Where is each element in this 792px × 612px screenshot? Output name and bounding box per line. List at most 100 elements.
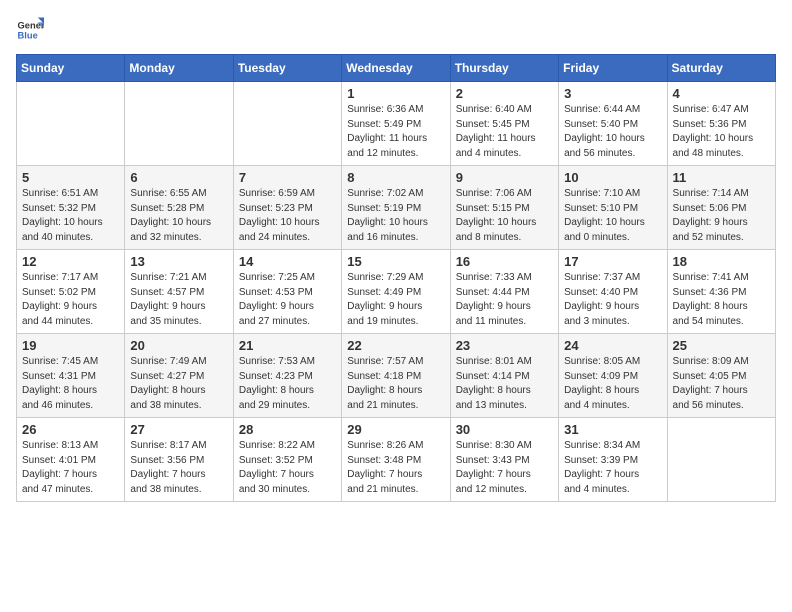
calendar-cell: 7 Sunrise: 6:59 AM Sunset: 5:23 PM Daylig…: [233, 166, 341, 250]
calendar-cell: 28Sunrise: 8:22 AM Sunset: 3:52 PM Dayli…: [233, 418, 341, 502]
calendar-cell: 6 Sunrise: 6:55 AM Sunset: 5:28 PM Daylig…: [125, 166, 233, 250]
calendar-cell: 2 Sunrise: 6:40 AM Sunset: 5:45 PM Daylig…: [450, 82, 558, 166]
day-number: 27: [130, 422, 227, 437]
day-info: Sunrise: 7:41 AM Sunset: 4:36 PM Dayligh…: [673, 271, 770, 329]
calendar-week-5: 26 Sunrise: 8:13 AM Sunset: 4:01 PM Dayli…: [17, 418, 776, 502]
day-number: 12: [22, 254, 119, 269]
day-info: Sunrise: 6:55 AM Sunset: 5:28 PM Dayligh…: [130, 187, 227, 245]
day-info: Sunrise: 7:17 AM Sunset: 5:02 PM Dayligh…: [22, 271, 119, 329]
calendar-cell: 23Sunrise: 8:01 AM Sunset: 4:14 PM Dayli…: [450, 334, 558, 418]
day-info: Sunrise: 7:10 AM Sunset: 5:10 PM Dayligh…: [564, 187, 661, 245]
day-info: Sunrise: 8:01 AM Sunset: 4:14 PM Dayligh…: [456, 355, 553, 413]
calendar-cell: [125, 82, 233, 166]
calendar-cell: [667, 418, 775, 502]
calendar-cell: 10 Sunrise: 7:10 AM Sunset: 5:10 PM Dayli…: [559, 166, 667, 250]
svg-text:Blue: Blue: [18, 31, 38, 41]
weekday-header-row: SundayMondayTuesdayWednesdayThursdayFrid…: [17, 55, 776, 82]
day-info: Sunrise: 8:26 AM Sunset: 3:48 PM Dayligh…: [347, 439, 444, 497]
day-info: Sunrise: 7:25 AM Sunset: 4:53 PM Dayligh…: [239, 271, 336, 329]
day-number: 24: [564, 338, 661, 353]
svg-text:General: General: [18, 20, 44, 30]
calendar-cell: [233, 82, 341, 166]
calendar-cell: 9Sunrise: 7:06 AM Sunset: 5:15 PM Daylig…: [450, 166, 558, 250]
day-number: 20: [130, 338, 227, 353]
day-number: 13: [130, 254, 227, 269]
day-info: Sunrise: 8:05 AM Sunset: 4:09 PM Dayligh…: [564, 355, 661, 413]
day-number: 31: [564, 422, 661, 437]
day-number: 16: [456, 254, 553, 269]
day-info: Sunrise: 6:36 AM Sunset: 5:49 PM Dayligh…: [347, 103, 444, 161]
day-number: 21: [239, 338, 336, 353]
day-number: 28: [239, 422, 336, 437]
weekday-friday: Friday: [559, 55, 667, 82]
calendar-cell: 15 Sunrise: 7:29 AM Sunset: 4:49 PM Dayli…: [342, 250, 450, 334]
calendar-cell: 11 Sunrise: 7:14 AM Sunset: 5:06 PM Dayli…: [667, 166, 775, 250]
calendar-week-3: 12 Sunrise: 7:17 AM Sunset: 5:02 PM Dayli…: [17, 250, 776, 334]
day-info: Sunrise: 7:14 AM Sunset: 5:06 PM Dayligh…: [673, 187, 770, 245]
page-header: General Blue: [16, 16, 776, 44]
calendar-cell: 20Sunrise: 7:49 AM Sunset: 4:27 PM Dayli…: [125, 334, 233, 418]
day-info: Sunrise: 7:53 AM Sunset: 4:23 PM Dayligh…: [239, 355, 336, 413]
calendar-cell: 5 Sunrise: 6:51 AM Sunset: 5:32 PM Daylig…: [17, 166, 125, 250]
day-number: 2: [456, 86, 553, 101]
day-number: 7: [239, 170, 336, 185]
day-number: 15: [347, 254, 444, 269]
calendar-week-2: 5 Sunrise: 6:51 AM Sunset: 5:32 PM Daylig…: [17, 166, 776, 250]
day-number: 29: [347, 422, 444, 437]
day-info: Sunrise: 6:51 AM Sunset: 5:32 PM Dayligh…: [22, 187, 119, 245]
day-info: Sunrise: 7:37 AM Sunset: 4:40 PM Dayligh…: [564, 271, 661, 329]
day-number: 25: [673, 338, 770, 353]
day-info: Sunrise: 7:21 AM Sunset: 4:57 PM Dayligh…: [130, 271, 227, 329]
calendar-cell: 25Sunrise: 8:09 AM Sunset: 4:05 PM Dayli…: [667, 334, 775, 418]
calendar-cell: 31Sunrise: 8:34 AM Sunset: 3:39 PM Dayli…: [559, 418, 667, 502]
calendar-table: SundayMondayTuesdayWednesdayThursdayFrid…: [16, 54, 776, 502]
day-number: 10: [564, 170, 661, 185]
calendar-cell: 1 Sunrise: 6:36 AM Sunset: 5:49 PM Daylig…: [342, 82, 450, 166]
calendar-cell: 18Sunrise: 7:41 AM Sunset: 4:36 PM Dayli…: [667, 250, 775, 334]
day-info: Sunrise: 7:29 AM Sunset: 4:49 PM Dayligh…: [347, 271, 444, 329]
calendar-cell: 13 Sunrise: 7:21 AM Sunset: 4:57 PM Dayli…: [125, 250, 233, 334]
day-number: 1: [347, 86, 444, 101]
day-info: Sunrise: 6:59 AM Sunset: 5:23 PM Dayligh…: [239, 187, 336, 245]
day-info: Sunrise: 7:33 AM Sunset: 4:44 PM Dayligh…: [456, 271, 553, 329]
calendar-cell: 17 Sunrise: 7:37 AM Sunset: 4:40 PM Dayli…: [559, 250, 667, 334]
day-info: Sunrise: 8:17 AM Sunset: 3:56 PM Dayligh…: [130, 439, 227, 497]
day-number: 3: [564, 86, 661, 101]
calendar-cell: 19Sunrise: 7:45 AM Sunset: 4:31 PM Dayli…: [17, 334, 125, 418]
day-number: 26: [22, 422, 119, 437]
day-info: Sunrise: 8:30 AM Sunset: 3:43 PM Dayligh…: [456, 439, 553, 497]
day-number: 5: [22, 170, 119, 185]
calendar-cell: [17, 82, 125, 166]
calendar-cell: 12 Sunrise: 7:17 AM Sunset: 5:02 PM Dayli…: [17, 250, 125, 334]
day-info: Sunrise: 7:06 AM Sunset: 5:15 PM Dayligh…: [456, 187, 553, 245]
calendar-week-4: 19Sunrise: 7:45 AM Sunset: 4:31 PM Dayli…: [17, 334, 776, 418]
calendar-cell: 30Sunrise: 8:30 AM Sunset: 3:43 PM Dayli…: [450, 418, 558, 502]
calendar-body: 1 Sunrise: 6:36 AM Sunset: 5:49 PM Daylig…: [17, 82, 776, 502]
calendar-week-1: 1 Sunrise: 6:36 AM Sunset: 5:49 PM Daylig…: [17, 82, 776, 166]
calendar-cell: 27 Sunrise: 8:17 AM Sunset: 3:56 PM Dayli…: [125, 418, 233, 502]
weekday-sunday: Sunday: [17, 55, 125, 82]
day-number: 8: [347, 170, 444, 185]
calendar-cell: 22Sunrise: 7:57 AM Sunset: 4:18 PM Dayli…: [342, 334, 450, 418]
calendar-cell: 29 Sunrise: 8:26 AM Sunset: 3:48 PM Dayli…: [342, 418, 450, 502]
calendar-cell: 3Sunrise: 6:44 AM Sunset: 5:40 PM Daylig…: [559, 82, 667, 166]
weekday-wednesday: Wednesday: [342, 55, 450, 82]
calendar-cell: 26 Sunrise: 8:13 AM Sunset: 4:01 PM Dayli…: [17, 418, 125, 502]
calendar-cell: 21 Sunrise: 7:53 AM Sunset: 4:23 PM Dayli…: [233, 334, 341, 418]
day-number: 6: [130, 170, 227, 185]
day-number: 11: [673, 170, 770, 185]
weekday-monday: Monday: [125, 55, 233, 82]
day-number: 19: [22, 338, 119, 353]
weekday-saturday: Saturday: [667, 55, 775, 82]
calendar-cell: 14 Sunrise: 7:25 AM Sunset: 4:53 PM Dayli…: [233, 250, 341, 334]
day-number: 17: [564, 254, 661, 269]
day-number: 14: [239, 254, 336, 269]
day-info: Sunrise: 8:13 AM Sunset: 4:01 PM Dayligh…: [22, 439, 119, 497]
weekday-tuesday: Tuesday: [233, 55, 341, 82]
day-info: Sunrise: 7:57 AM Sunset: 4:18 PM Dayligh…: [347, 355, 444, 413]
calendar-cell: 24 Sunrise: 8:05 AM Sunset: 4:09 PM Dayli…: [559, 334, 667, 418]
weekday-thursday: Thursday: [450, 55, 558, 82]
day-info: Sunrise: 6:40 AM Sunset: 5:45 PM Dayligh…: [456, 103, 553, 161]
calendar-cell: 4Sunrise: 6:47 AM Sunset: 5:36 PM Daylig…: [667, 82, 775, 166]
logo: General Blue: [16, 16, 44, 44]
